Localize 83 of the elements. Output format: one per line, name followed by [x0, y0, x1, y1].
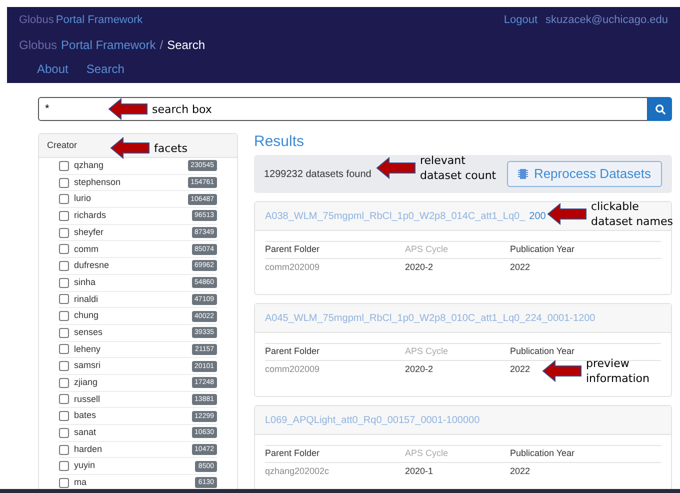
checkbox[interactable] [59, 210, 69, 221]
facet-label[interactable]: chung [74, 309, 192, 323]
brand-link[interactable]: Portal Framework [56, 12, 143, 28]
table-cell-text: 2022 [510, 465, 530, 478]
logout-link[interactable]: Logout [504, 12, 538, 28]
column-header: APS Cycle [405, 243, 448, 256]
facet-label[interactable]: qzhang [74, 159, 188, 173]
column-header: Parent Folder [265, 345, 320, 358]
column-header: Publication Year [510, 447, 575, 460]
column-header: APS Cycle [405, 345, 448, 358]
checkbox[interactable] [59, 194, 69, 204]
table-cell-text: 2022 [510, 261, 530, 274]
facet-label[interactable]: sinha [74, 276, 192, 290]
arrow-icon [547, 203, 587, 225]
checkbox[interactable] [59, 160, 69, 171]
table-cell-text: comm202009 [265, 261, 320, 274]
chip-icon [518, 168, 528, 180]
breadcrumb-separator: / [160, 37, 164, 54]
checkbox[interactable] [59, 294, 69, 304]
facet-label[interactable]: dufresne [74, 259, 192, 273]
table-cell-text: 2020-2 [405, 363, 434, 376]
search-icon [654, 104, 666, 114]
facet-label[interactable]: lurio [74, 192, 188, 206]
checkbox[interactable] [59, 328, 69, 338]
facet-label[interactable]: rinaldi [74, 292, 192, 306]
checkbox[interactable] [59, 178, 69, 188]
facet-label[interactable]: bates [74, 409, 192, 423]
results-heading: Results [254, 133, 306, 151]
facet-label[interactable]: samsri [74, 359, 192, 373]
nav-link[interactable]: About [37, 60, 68, 78]
table-cell-text: 2020-1 [405, 465, 434, 478]
table-cell-text: qzhang202002c [265, 465, 330, 478]
checkbox[interactable] [59, 411, 69, 422]
arrow-icon [110, 137, 150, 159]
dataset-count: 1299232 datasets found [264, 168, 372, 182]
facet-label[interactable]: richards [74, 209, 192, 223]
facet-label[interactable]: zjiang [74, 376, 192, 390]
search-button[interactable] [648, 97, 672, 121]
annotation-label: facets [154, 140, 188, 156]
checkbox[interactable] [59, 394, 69, 404]
checkbox[interactable] [59, 260, 69, 271]
facet-label[interactable]: harden [74, 442, 192, 456]
checkbox[interactable] [59, 378, 69, 388]
checkbox[interactable] [59, 461, 69, 472]
table-cell-text: 2022 [510, 363, 530, 376]
arrow-icon [108, 98, 148, 120]
checkbox[interactable] [59, 244, 69, 254]
facet-label[interactable]: senses [74, 326, 192, 340]
checkbox[interactable] [59, 344, 69, 354]
checkbox[interactable] [59, 361, 69, 372]
checkbox[interactable] [59, 311, 69, 322]
breadcrumb-item[interactable]: Portal Framework [61, 36, 156, 54]
user-email: skuzacek@uchicago.edu [546, 12, 668, 28]
checkbox[interactable] [59, 278, 69, 288]
facet-label[interactable]: sheyfer [74, 226, 192, 240]
column-header: Parent Folder [265, 447, 320, 460]
column-header: Publication Year [510, 345, 575, 358]
brand-prefix: Globus [19, 12, 54, 28]
annotation-label: search box [152, 102, 212, 116]
facet-label[interactable]: yuyin [74, 459, 196, 473]
checkbox[interactable] [59, 428, 69, 438]
nav-link[interactable]: Search [86, 60, 124, 78]
table-cell-text: comm202009 [265, 363, 320, 376]
table-cell-text: 2020-2 [405, 261, 434, 274]
checkbox[interactable] [59, 228, 69, 238]
breadcrumb-prefix: Globus [19, 37, 58, 54]
checkbox[interactable] [59, 478, 69, 488]
breadcrumb-item: Search [167, 37, 206, 54]
column-header: Publication Year [510, 243, 575, 256]
annotation-label: preview information [586, 356, 650, 386]
column-header: Parent Folder [265, 243, 320, 256]
facet-label[interactable]: russell [74, 392, 192, 406]
annotation-label: clickable dataset names [591, 199, 674, 229]
arrow-icon [542, 360, 582, 382]
checkbox[interactable] [59, 444, 69, 455]
facet-label[interactable]: leheny [74, 342, 192, 356]
annotation-label: relevant dataset count [420, 153, 496, 183]
arrow-icon [376, 157, 416, 179]
facet-label[interactable]: sanat [74, 426, 192, 440]
facet-label[interactable]: stephenson [74, 176, 188, 190]
column-header: APS Cycle [405, 447, 448, 460]
facet-label[interactable]: comm [74, 242, 192, 256]
facet-label[interactable]: ma [74, 476, 196, 490]
